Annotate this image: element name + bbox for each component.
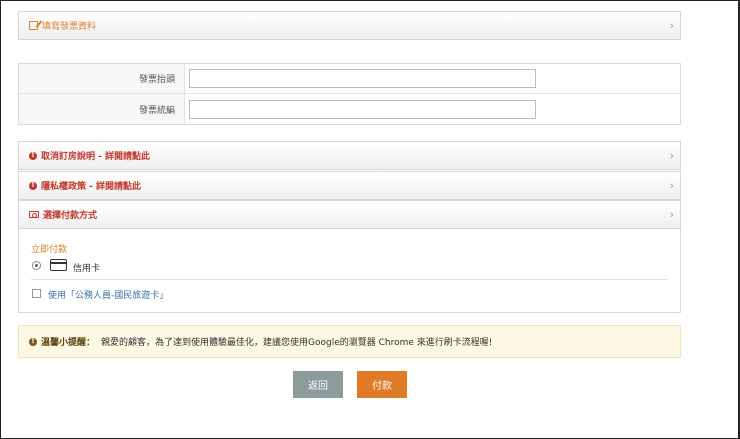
chevron-right-icon: › — [669, 208, 674, 221]
credit-card-radio[interactable] — [32, 261, 41, 270]
payment-method-body: 立即付款 信用卡 使用「公務人員-國民旅遊卡」 — [18, 229, 681, 313]
invoice-tax-id-row: 發票統編 — [19, 94, 680, 124]
section-cancel-booking-title: 取消訂房說明 - 詳閱請點此 — [41, 152, 151, 162]
notice-title: 溫馨小提醒： — [41, 338, 96, 348]
pay-now-label: 立即付款 — [31, 245, 68, 255]
exclamation-circle-icon: ! — [29, 337, 37, 346]
invoice-title-label: 發票抬頭 — [19, 64, 185, 93]
travel-card-label[interactable]: 使用「公務人員-國民旅遊卡」 — [48, 288, 168, 301]
section-payment-method-title: 選擇付款方式 — [43, 211, 98, 221]
notice-text: 親愛的顧客，為了達到使用體驗最佳化，建議您使用Google的瀏覽器 Chrome… — [101, 338, 493, 348]
chevron-right-icon: › — [669, 19, 674, 32]
exclamation-circle-icon: ! — [29, 151, 37, 160]
pay-button[interactable]: 付款 — [357, 371, 407, 398]
credit-card-label: 信用卡 — [73, 264, 101, 274]
edit-icon — [29, 21, 38, 30]
invoice-title-row: 發票抬頭 — [19, 64, 680, 94]
money-icon — [29, 211, 39, 218]
invoice-tax-id-input[interactable] — [189, 99, 536, 119]
notice-box: ! 溫馨小提醒： 親愛的顧客，為了達到使用體驗最佳化，建議您使用Google的瀏… — [18, 325, 681, 358]
section-fill-invoice-title: 填寫發票資料 — [42, 22, 97, 32]
credit-card-icon — [50, 259, 67, 271]
section-privacy-header[interactable]: ! 隱私權政策 - 詳閱請點此 › — [18, 171, 681, 200]
section-cancel-booking-header[interactable]: ! 取消訂房說明 - 詳閱請點此 › — [18, 141, 681, 170]
exclamation-circle-icon: ! — [29, 181, 37, 190]
section-payment-method-header[interactable]: 選擇付款方式 › — [18, 200, 681, 229]
section-fill-invoice-header[interactable]: 填寫發票資料 › — [18, 11, 681, 40]
invoice-form: 發票抬頭 發票統編 — [18, 63, 681, 125]
section-privacy-title: 隱私權政策 - 詳閱請點此 — [41, 182, 142, 192]
back-button[interactable]: 返回 — [293, 371, 343, 398]
travel-card-checkbox[interactable] — [32, 289, 41, 298]
invoice-tax-id-label: 發票統編 — [19, 94, 185, 124]
invoice-title-input[interactable] — [189, 69, 536, 88]
chevron-right-icon: › — [669, 149, 674, 162]
divider — [31, 279, 668, 280]
chevron-right-icon: › — [669, 179, 674, 192]
